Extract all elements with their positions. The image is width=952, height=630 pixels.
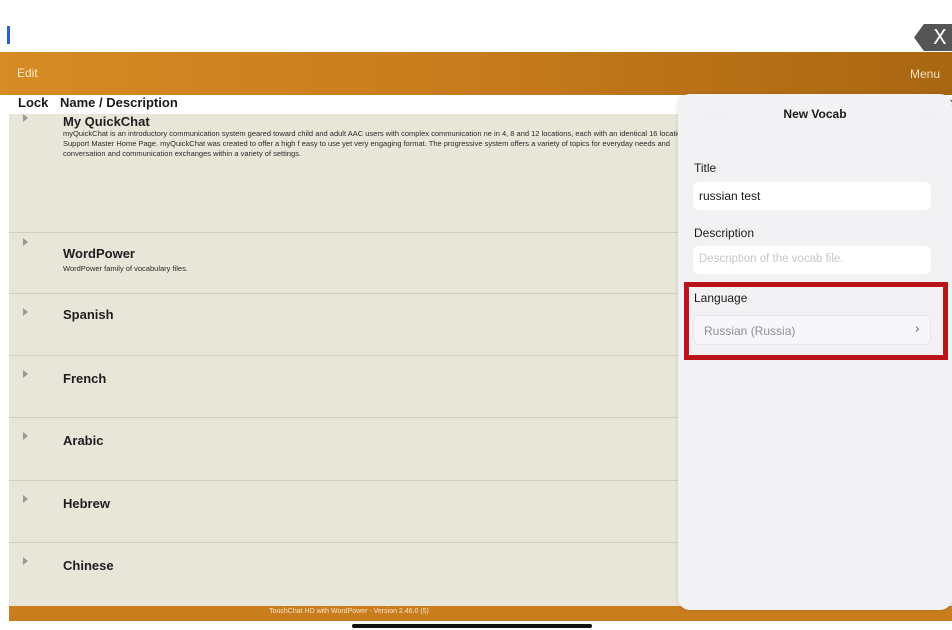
expand-triangle-icon[interactable] <box>23 308 28 316</box>
list-item-description: myQuickChat is an introductory communica… <box>63 129 686 158</box>
list-item-title: My QuickChat <box>63 114 150 129</box>
description-placeholder: Description of the vocab file. <box>699 253 844 265</box>
expand-triangle-icon[interactable] <box>23 432 28 440</box>
title-value: russian test <box>699 189 761 203</box>
edit-button[interactable]: Edit <box>17 66 38 80</box>
list-item-title: WordPower <box>63 246 135 261</box>
status-strip: X <box>0 0 952 52</box>
list-item-title: Chinese <box>63 558 114 573</box>
text-cursor <box>7 26 10 44</box>
description-field[interactable]: Description of the vocab file. <box>693 246 931 274</box>
nav-bar: Edit Menu <box>0 52 952 95</box>
list-item-title: Spanish <box>63 307 114 322</box>
sheet-title: New Vocab <box>783 107 847 121</box>
save-button[interactable]: Save <box>913 107 940 121</box>
expand-triangle-icon[interactable] <box>23 557 28 565</box>
column-name-description: Name / Description <box>60 95 178 110</box>
column-lock: Lock <box>18 95 49 110</box>
expand-triangle-icon[interactable] <box>23 495 28 503</box>
expand-triangle-icon[interactable] <box>23 370 28 378</box>
version-text: TouchChat HD with WordPower - Version 2.… <box>269 608 429 615</box>
close-icon: X <box>933 25 947 49</box>
expand-triangle-icon[interactable] <box>23 114 28 122</box>
list-item-description: WordPower family of vocabulary files. <box>63 264 188 273</box>
title-label: Title <box>694 161 717 175</box>
close-button[interactable]: X <box>914 24 952 51</box>
title-field[interactable]: russian test <box>693 182 931 210</box>
app-screen: X Edit Menu Lock Name / Description c My… <box>0 0 952 630</box>
menu-button[interactable]: Menu <box>910 67 940 81</box>
highlight-annotation <box>684 282 948 360</box>
list-item-title: Arabic <box>63 433 104 448</box>
expand-triangle-icon[interactable] <box>23 238 28 246</box>
list-item-title: French <box>63 371 107 386</box>
home-indicator[interactable] <box>352 624 592 628</box>
description-label: Description <box>694 226 755 240</box>
list-item-title: Hebrew <box>63 496 110 511</box>
